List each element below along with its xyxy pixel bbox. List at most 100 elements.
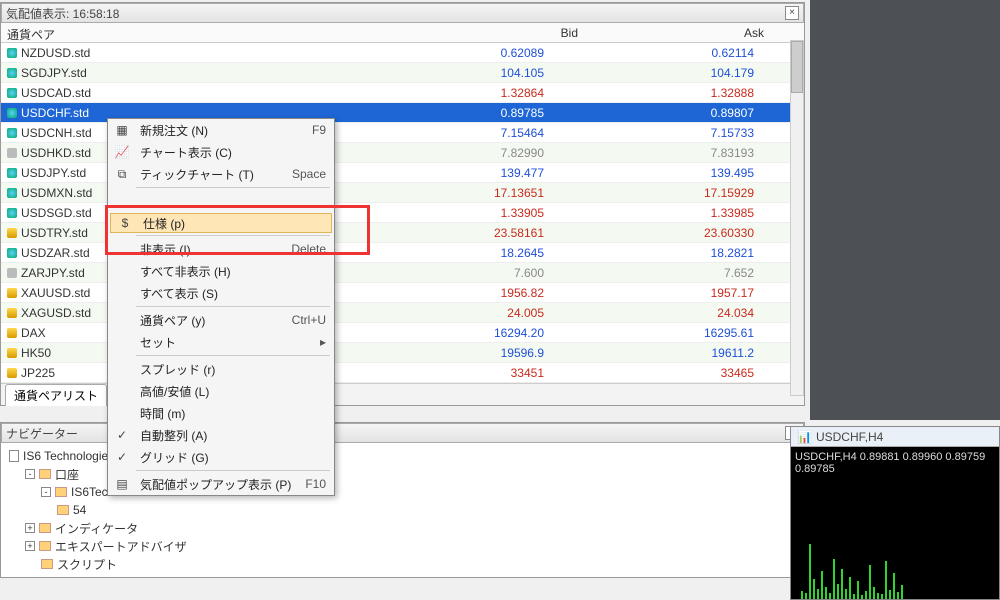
- menu-tick[interactable]: ⧉ティックチャート (T)Space: [108, 163, 334, 185]
- close-icon[interactable]: ×: [785, 6, 799, 20]
- symbol-name: XAUUSD.std: [21, 286, 90, 300]
- bid-value: 104.105: [364, 66, 584, 80]
- symbol-name: DAX: [21, 326, 46, 340]
- table-row[interactable]: NZDUSD.std0.620890.62114: [1, 43, 804, 63]
- bid-value: 16294.20: [364, 326, 584, 340]
- check-icon: ✓: [112, 450, 132, 464]
- symbol-icon: [7, 68, 17, 78]
- chart-icon: 📈: [112, 145, 132, 159]
- bid-value: 1956.82: [364, 286, 584, 300]
- chart-area[interactable]: USDCHF,H4 0.89881 0.89960 0.89759 0.8978…: [791, 447, 999, 599]
- symbol-name: USDJPY.std: [21, 166, 86, 180]
- popup-icon: ▤: [112, 477, 132, 491]
- minus-icon[interactable]: -: [25, 469, 35, 479]
- bid-value: 33451: [364, 366, 584, 380]
- ask-value: 23.60330: [584, 226, 804, 240]
- menu-time[interactable]: 時間 (m): [108, 402, 334, 424]
- market-watch-scrollbar[interactable]: [790, 40, 804, 396]
- tick-icon: ⧉: [112, 167, 132, 182]
- ask-value: 0.62114: [584, 46, 804, 60]
- col-bid[interactable]: Bid: [364, 23, 584, 42]
- symbol-name: USDCNH.std: [21, 126, 92, 140]
- menu-specification[interactable]: $仕様 (p): [110, 213, 332, 233]
- chart-icon: 📊: [797, 430, 812, 444]
- ask-value: 19611.2: [584, 346, 804, 360]
- symbol-icon: [7, 88, 17, 98]
- ask-value: 7.652: [584, 266, 804, 280]
- bid-value: 139.477: [364, 166, 584, 180]
- symbol-icon: [7, 208, 17, 218]
- symbol-icon: [7, 108, 17, 118]
- menu-separator: [136, 470, 330, 471]
- col-symbol[interactable]: 通貨ペア: [1, 23, 364, 42]
- symbol-name: XAGUSD.std: [21, 306, 91, 320]
- ask-value: 7.15733: [584, 126, 804, 140]
- ask-value: 104.179: [584, 66, 804, 80]
- context-menu: ▦新規注文 (N)F9 📈チャート表示 (C) ⧉ティックチャート (T)Spa…: [107, 118, 335, 496]
- ask-value: 139.495: [584, 166, 804, 180]
- menu-sets[interactable]: セット▸: [108, 331, 334, 353]
- bid-value: 1.33905: [364, 206, 584, 220]
- tree-indicators[interactable]: +インディケータ: [9, 519, 796, 537]
- bid-value: 7.82990: [364, 146, 584, 160]
- tree-ea[interactable]: +エキスパートアドバイザ: [9, 537, 796, 555]
- bid-value: 23.58161: [364, 226, 584, 240]
- market-watch-header[interactable]: 気配値表示: 16:58:18 ×: [1, 3, 804, 23]
- dollar-icon: $: [115, 216, 135, 230]
- menu-grid[interactable]: ✓グリッド (G): [108, 446, 334, 468]
- symbol-icon: [7, 48, 17, 58]
- folder-icon: [41, 559, 53, 569]
- menu-hilo[interactable]: 高値/安値 (L): [108, 380, 334, 402]
- plus-icon[interactable]: +: [25, 523, 35, 533]
- folder-icon: [39, 541, 51, 551]
- col-ask[interactable]: Ask: [584, 23, 804, 42]
- order-icon: ▦: [112, 123, 132, 137]
- menu-symbols[interactable]: 通貨ペア (y)Ctrl+U: [108, 309, 334, 331]
- table-row[interactable]: USDCAD.std1.328641.32888: [1, 83, 804, 103]
- ask-value: 1.32888: [584, 86, 804, 100]
- ask-value: 33465: [584, 366, 804, 380]
- menu-new-order[interactable]: ▦新規注文 (N)F9: [108, 119, 334, 141]
- symbol-name: SGDJPY.std: [21, 66, 87, 80]
- table-row[interactable]: SGDJPY.std 104.105104.179: [1, 63, 804, 83]
- menu-hidden[interactable]: [108, 190, 334, 212]
- market-watch-title: 気配値表示: 16:58:18: [6, 5, 785, 22]
- tree-account-sub[interactable]: 54: [9, 501, 796, 519]
- symbol-name: ZARJPY.std: [21, 266, 85, 280]
- bid-value: 18.2645: [364, 246, 584, 260]
- menu-spread[interactable]: スプレッド (r): [108, 358, 334, 380]
- chevron-right-icon: ▸: [320, 335, 326, 349]
- menu-hide[interactable]: 非表示 (I)Delete: [108, 238, 334, 260]
- minus-icon[interactable]: -: [41, 487, 51, 497]
- menu-separator: [136, 235, 330, 236]
- symbol-name: USDZAR.std: [21, 246, 90, 260]
- ask-value: 16295.61: [584, 326, 804, 340]
- plus-icon[interactable]: +: [25, 541, 35, 551]
- symbol-icon: [7, 148, 17, 158]
- menu-popup[interactable]: ▤気配値ポップアップ表示 (P)F10: [108, 473, 334, 495]
- ask-value: 24.034: [584, 306, 804, 320]
- menu-separator: [136, 187, 330, 188]
- menu-chart[interactable]: 📈チャート表示 (C): [108, 141, 334, 163]
- symbol-name: USDCHF.std: [21, 106, 89, 120]
- menu-show-all[interactable]: すべて表示 (S): [108, 282, 334, 304]
- ask-value: 17.15929: [584, 186, 804, 200]
- symbol-name: USDTRY.std: [21, 226, 88, 240]
- menu-hide-all[interactable]: すべて非表示 (H): [108, 260, 334, 282]
- bid-value: 19596.9: [364, 346, 584, 360]
- chart-tab[interactable]: 📊USDCHF,H4: [791, 427, 999, 447]
- right-background: [810, 0, 1000, 420]
- chart-bars: [801, 539, 989, 599]
- symbol-icon: [7, 368, 17, 378]
- symbol-name: USDMXN.std: [21, 186, 92, 200]
- symbol-icon: [7, 168, 17, 178]
- bid-value: 1.32864: [364, 86, 584, 100]
- bid-value: 0.62089: [364, 46, 584, 60]
- symbol-name: USDSGD.std: [21, 206, 92, 220]
- chart-window[interactable]: 📊USDCHF,H4 USDCHF,H4 0.89881 0.89960 0.8…: [790, 426, 1000, 600]
- tab-symbol-list[interactable]: 通貨ペアリスト: [5, 384, 107, 406]
- folder-icon: [39, 469, 51, 479]
- tree-scripts[interactable]: スクリプト: [9, 555, 796, 573]
- menu-separator: [136, 355, 330, 356]
- menu-auto[interactable]: ✓自動整列 (A): [108, 424, 334, 446]
